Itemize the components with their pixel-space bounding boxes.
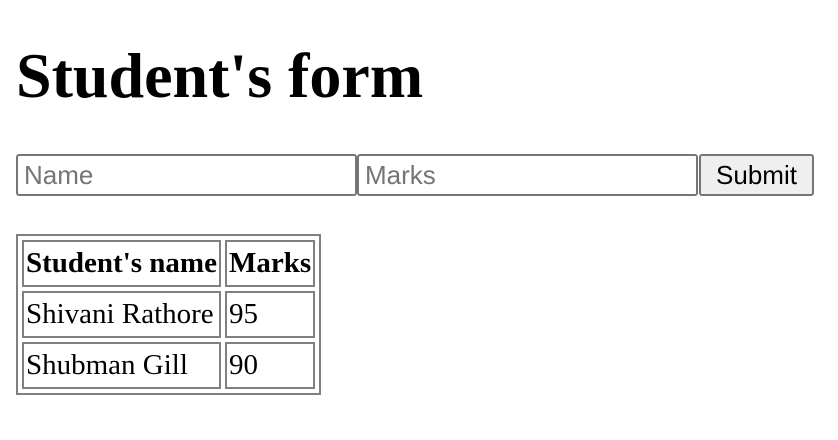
student-name-cell: Shivani Rathore — [22, 291, 221, 338]
table-row: Shivani Rathore 95 — [22, 291, 316, 338]
students-table-wrapper: Student's name Marks Shivani Rathore 95 … — [16, 234, 822, 395]
marks-cell: 90 — [224, 342, 316, 389]
table-header-row: Student's name Marks — [22, 240, 316, 287]
student-name-cell: Shubman Gill — [22, 342, 221, 389]
submit-button[interactable]: Submit — [699, 154, 814, 196]
name-input[interactable] — [16, 154, 357, 196]
page-title: Student's form — [16, 40, 424, 111]
students-table: Student's name Marks Shivani Rathore 95 … — [16, 234, 322, 395]
table-row: Shubman Gill 90 — [22, 342, 316, 389]
student-form: Submit — [16, 154, 822, 196]
column-header-marks: Marks — [224, 240, 316, 287]
marks-input[interactable] — [357, 154, 698, 196]
column-header-student-name: Student's name — [22, 240, 221, 287]
page-container: Student's form Submit Student's name Mar… — [0, 0, 838, 395]
marks-cell: 95 — [224, 291, 316, 338]
